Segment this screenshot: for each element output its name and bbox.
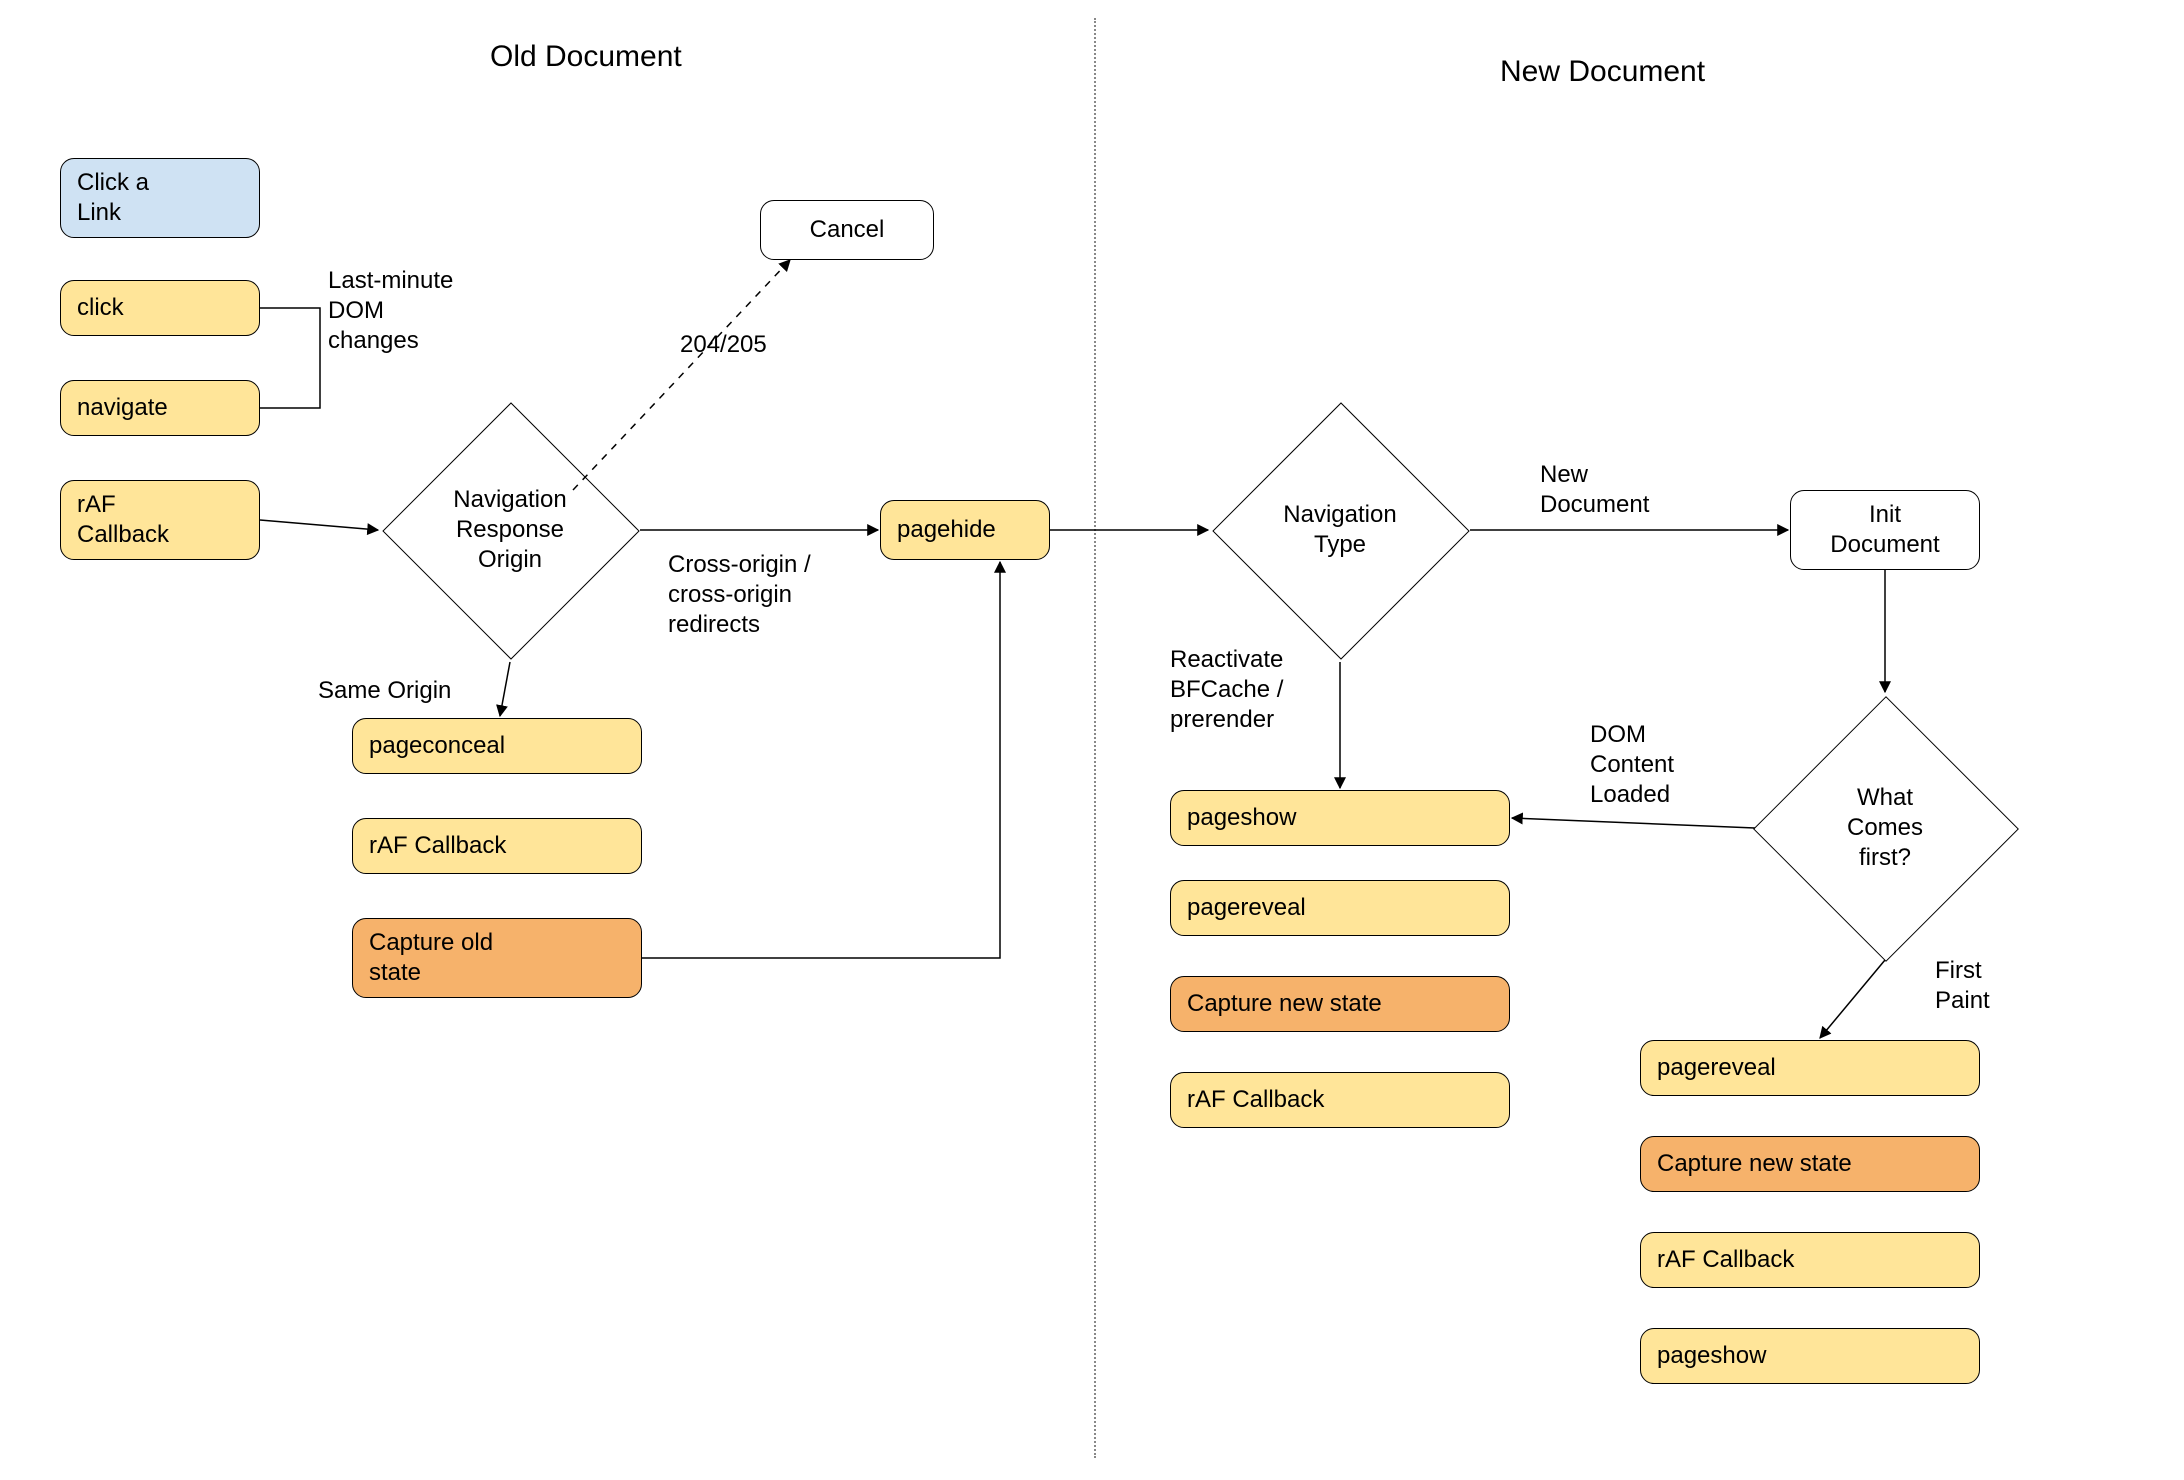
204-205-label: 204/205 [680, 330, 767, 360]
pageshow-node-1: pageshow [1170, 790, 1510, 846]
click-a-link-node: Click a Link [60, 158, 260, 238]
raf-callback-node-2: rAF Callback [352, 818, 642, 874]
pageshow-node-2: pageshow [1640, 1328, 1980, 1384]
raf-callback-node-3: rAF Callback [1170, 1072, 1510, 1128]
nav-response-origin-label: Navigation Response Origin [430, 485, 590, 575]
first-paint-label: First Paint [1935, 956, 1990, 1016]
cancel-node: Cancel [760, 200, 934, 260]
navigate-event-node: navigate [60, 380, 260, 436]
navigation-type-label: Navigation Type [1275, 500, 1405, 560]
init-document-node: Init Document [1790, 490, 1980, 570]
raf-callback-node-4: rAF Callback [1640, 1232, 1980, 1288]
section-divider [1094, 18, 1096, 1458]
pagehide-node: pagehide [880, 500, 1050, 560]
diagram-canvas: Old Document New Document Click a Link c… [0, 0, 2184, 1480]
pagereveal-node-1: pagereveal [1170, 880, 1510, 936]
capture-new-state-node-2: Capture new state [1640, 1136, 1980, 1192]
pagereveal-node-2: pagereveal [1640, 1040, 1980, 1096]
reactivate-label: Reactivate BFCache / prerender [1170, 645, 1283, 735]
last-minute-label: Last-minute DOM changes [328, 266, 453, 356]
capture-new-state-node-1: Capture new state [1170, 976, 1510, 1032]
dom-content-loaded-label: DOM Content Loaded [1590, 720, 1674, 810]
new-document-title: New Document [1500, 55, 1705, 89]
old-document-title: Old Document [490, 40, 682, 74]
raf-callback-node-1: rAF Callback [60, 480, 260, 560]
new-document-edge-label: New Document [1540, 460, 1649, 520]
click-event-node: click [60, 280, 260, 336]
pageconceal-node: pageconceal [352, 718, 642, 774]
capture-old-state-node: Capture old state [352, 918, 642, 998]
cross-origin-label: Cross-origin / cross-origin redirects [668, 550, 811, 640]
what-comes-first-label: What Comes first? [1825, 783, 1945, 873]
same-origin-label: Same Origin [318, 676, 451, 706]
